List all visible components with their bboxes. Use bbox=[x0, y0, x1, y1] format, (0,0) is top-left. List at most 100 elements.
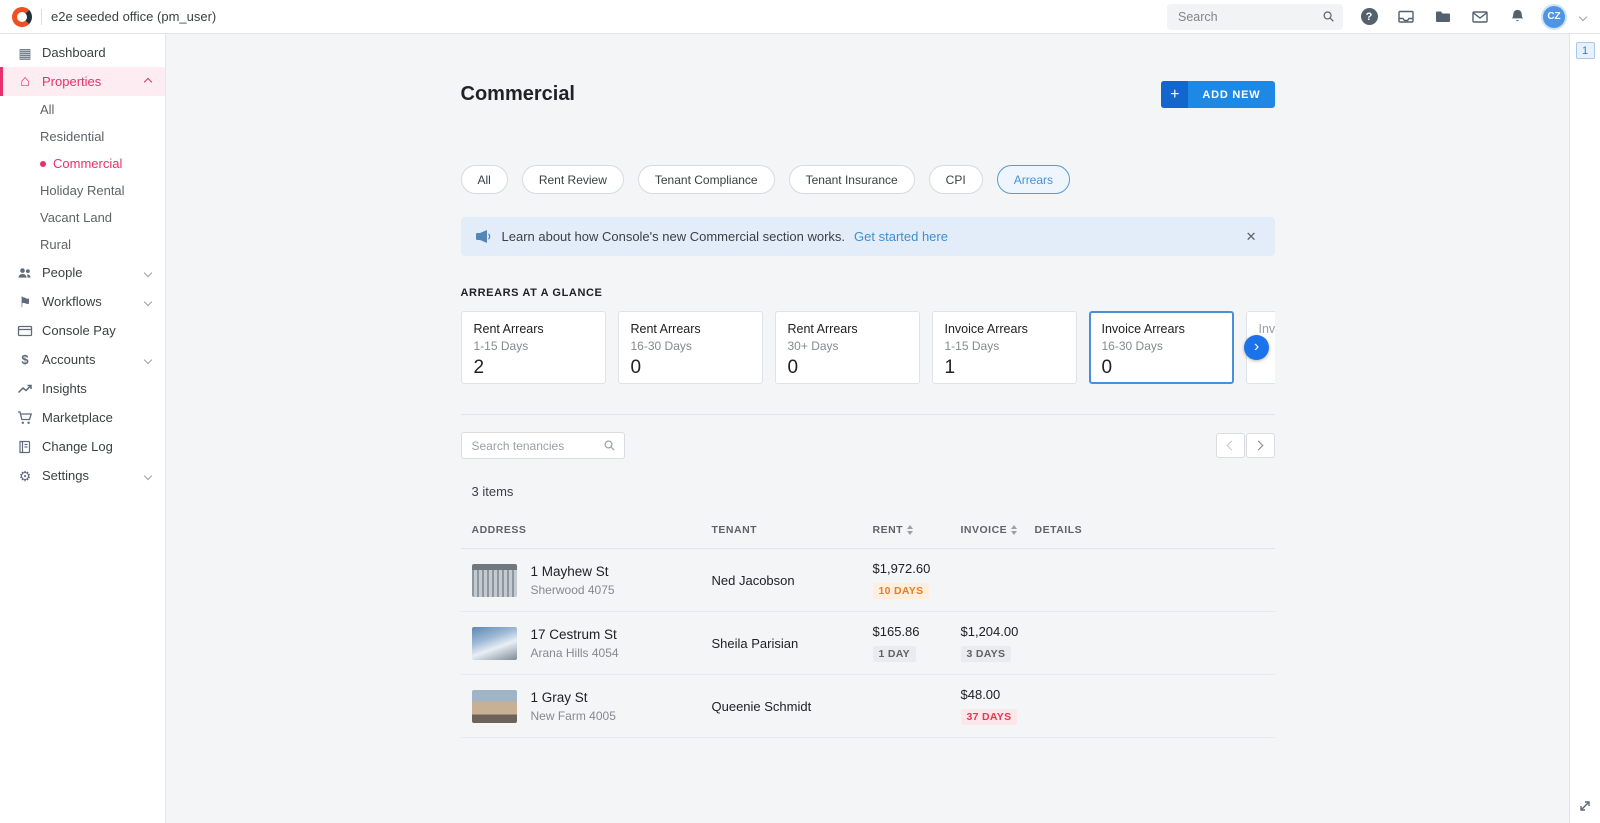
tenancy-search-input[interactable] bbox=[469, 437, 599, 454]
sidebar-item-console-pay[interactable]: Console Pay bbox=[0, 316, 165, 345]
card-value: 1 bbox=[944, 357, 956, 378]
sidebar-item-residential[interactable]: Residential bbox=[0, 123, 165, 150]
filter-tenant-insurance[interactable]: Tenant Insurance bbox=[788, 165, 915, 194]
column-label: RENT bbox=[872, 524, 904, 536]
notifications-button[interactable] bbox=[1506, 6, 1528, 28]
card-title: Rent Arrears bbox=[473, 322, 544, 336]
sub-item-label: Vacant Land bbox=[40, 210, 113, 225]
sidebar-item-label: Workflows bbox=[42, 294, 102, 309]
avatar[interactable]: CZ bbox=[1543, 5, 1565, 28]
sidebar-item-settings[interactable]: ⚙ Settings bbox=[0, 461, 165, 490]
search-icon bbox=[1323, 11, 1334, 22]
filter-rent-review[interactable]: Rent Review bbox=[521, 165, 624, 194]
filter-cpi[interactable]: CPI bbox=[928, 165, 983, 194]
add-new-button[interactable]: + ADD NEW bbox=[1161, 81, 1275, 108]
glance-card-invoice-1-15[interactable]: Invoice Arrears 1-15 Days 1 bbox=[931, 311, 1077, 384]
card-value: 0 bbox=[787, 357, 799, 378]
glance-card-invoice-16-30[interactable]: Invoice Arrears 16-30 Days 0 bbox=[1088, 311, 1234, 384]
address: 17 Cestrum St bbox=[530, 626, 617, 642]
table-row[interactable]: 17 Cestrum St Arana Hills 4054 Sheila Pa… bbox=[460, 612, 1275, 675]
table-row[interactable]: 1 Mayhew St Sherwood 4075 Ned Jacobson $… bbox=[460, 549, 1275, 612]
sidebar-item-vacant-land[interactable]: Vacant Land bbox=[0, 204, 165, 231]
global-search[interactable] bbox=[1167, 3, 1343, 30]
address: 1 Mayhew St bbox=[530, 563, 609, 579]
invoice-overdue-badge: 3 DAYS bbox=[960, 646, 1012, 662]
column-rent-sort[interactable]: RENT bbox=[873, 524, 961, 536]
filter-tenant-compliance[interactable]: Tenant Compliance bbox=[637, 165, 775, 194]
chevron-down-icon[interactable] bbox=[1578, 12, 1588, 21]
console-logo-icon[interactable] bbox=[12, 6, 32, 27]
invoice-amount: $1,204.00 bbox=[960, 624, 1019, 639]
sub-item-label: Residential bbox=[40, 129, 105, 144]
chevron-down-icon bbox=[143, 471, 153, 480]
card-value: 0 bbox=[1101, 357, 1113, 378]
sidebar-item-change-log[interactable]: Change Log bbox=[0, 432, 165, 461]
filter-arrears[interactable]: Arrears bbox=[996, 165, 1071, 194]
get-started-link[interactable]: Get started here bbox=[854, 229, 948, 244]
sidebar: ▦ Dashboard ⌂ Properties All Residential… bbox=[0, 34, 166, 823]
rent-overdue-badge: 1 DAY bbox=[872, 646, 916, 662]
workspace-title: e2e seeded office (pm_user) bbox=[51, 9, 217, 24]
sidebar-item-all[interactable]: All bbox=[0, 96, 165, 123]
pagination bbox=[1215, 433, 1275, 458]
next-page-button[interactable] bbox=[1245, 433, 1275, 458]
sidebar-item-label: Dashboard bbox=[42, 45, 106, 60]
sidebar-item-workflows[interactable]: ⚑ Workflows bbox=[0, 287, 165, 316]
sidebar-item-properties[interactable]: ⌂ Properties bbox=[0, 67, 165, 96]
folder-button[interactable] bbox=[1432, 6, 1454, 28]
cart-icon bbox=[16, 410, 34, 426]
prev-page-button[interactable] bbox=[1215, 433, 1245, 458]
tenant-name: Ned Jacobson bbox=[711, 572, 795, 588]
next-cards-button[interactable]: › bbox=[1243, 335, 1269, 360]
card-value: 0 bbox=[630, 357, 642, 378]
sidebar-item-marketplace[interactable]: Marketplace bbox=[0, 403, 165, 432]
sidebar-item-people[interactable]: People bbox=[0, 258, 165, 287]
inbox-button[interactable] bbox=[1395, 6, 1417, 28]
sidebar-item-label: Properties bbox=[42, 74, 102, 89]
help-button[interactable]: ? bbox=[1358, 6, 1380, 28]
topbar-actions: ? CZ bbox=[1167, 3, 1588, 30]
card-subtitle: 1-15 Days bbox=[944, 339, 1000, 353]
invoice-amount: $48.00 bbox=[960, 687, 1001, 702]
close-icon[interactable]: ✕ bbox=[1242, 227, 1261, 247]
sidebar-item-holiday-rental[interactable]: Holiday Rental bbox=[0, 177, 165, 204]
body-row: ▦ Dashboard ⌂ Properties All Residential… bbox=[0, 34, 1600, 823]
search-icon bbox=[604, 440, 616, 451]
tenant-name: Queenie Schmidt bbox=[711, 698, 812, 714]
card-title: Rent Arrears bbox=[787, 322, 858, 336]
sub-item-label: Commercial bbox=[53, 156, 123, 171]
book-icon bbox=[16, 439, 34, 455]
mail-button[interactable] bbox=[1469, 6, 1491, 28]
sidebar-item-rural[interactable]: Rural bbox=[0, 231, 165, 258]
sidebar-item-label: Insights bbox=[42, 381, 87, 396]
tenancy-search[interactable] bbox=[460, 432, 625, 459]
expand-icon bbox=[1580, 801, 1590, 811]
sidebar-item-insights[interactable]: Insights bbox=[0, 374, 165, 403]
sidebar-item-dashboard[interactable]: ▦ Dashboard bbox=[0, 38, 165, 67]
filter-all[interactable]: All bbox=[460, 165, 508, 194]
trend-icon bbox=[16, 381, 34, 397]
global-search-input[interactable] bbox=[1176, 8, 1317, 25]
table-row[interactable]: 1 Gray St New Farm 4005 Queenie Schmidt … bbox=[460, 675, 1275, 738]
card-subtitle: 16-30 Days bbox=[630, 339, 692, 353]
sidebar-item-label: Console Pay bbox=[42, 323, 116, 338]
properties-sub-list: All Residential Commercial Holiday Renta… bbox=[0, 96, 165, 258]
arrears-glance-heading: ARREARS AT A GLANCE bbox=[460, 287, 603, 299]
topbar-divider bbox=[41, 8, 42, 25]
sidebar-item-commercial[interactable]: Commercial bbox=[0, 150, 165, 177]
tenant-name: Sheila Parisian bbox=[711, 635, 799, 651]
sidebar-item-accounts[interactable]: $ Accounts bbox=[0, 345, 165, 374]
glance-card-rent-16-30[interactable]: Rent Arrears 16-30 Days 0 bbox=[617, 311, 763, 384]
invoice-overdue-badge: 37 DAYS bbox=[960, 709, 1018, 725]
glance-card-rent-30plus[interactable]: Rent Arrears 30+ Days 0 bbox=[774, 311, 920, 384]
chevron-right-icon: › bbox=[1253, 337, 1260, 355]
glance-card-rent-1-15[interactable]: Rent Arrears 1-15 Days 2 bbox=[460, 311, 606, 384]
sort-icon bbox=[907, 525, 914, 535]
expand-panel-button[interactable] bbox=[1576, 797, 1594, 815]
column-address: ADDRESS bbox=[471, 524, 527, 536]
column-invoice-sort[interactable]: INVOICE bbox=[961, 524, 1035, 536]
card-subtitle: 30+ Days bbox=[787, 339, 839, 353]
page-indicator[interactable]: 1 bbox=[1575, 42, 1595, 59]
chevron-up-icon bbox=[143, 77, 153, 86]
sub-item-label: Rural bbox=[40, 237, 72, 252]
